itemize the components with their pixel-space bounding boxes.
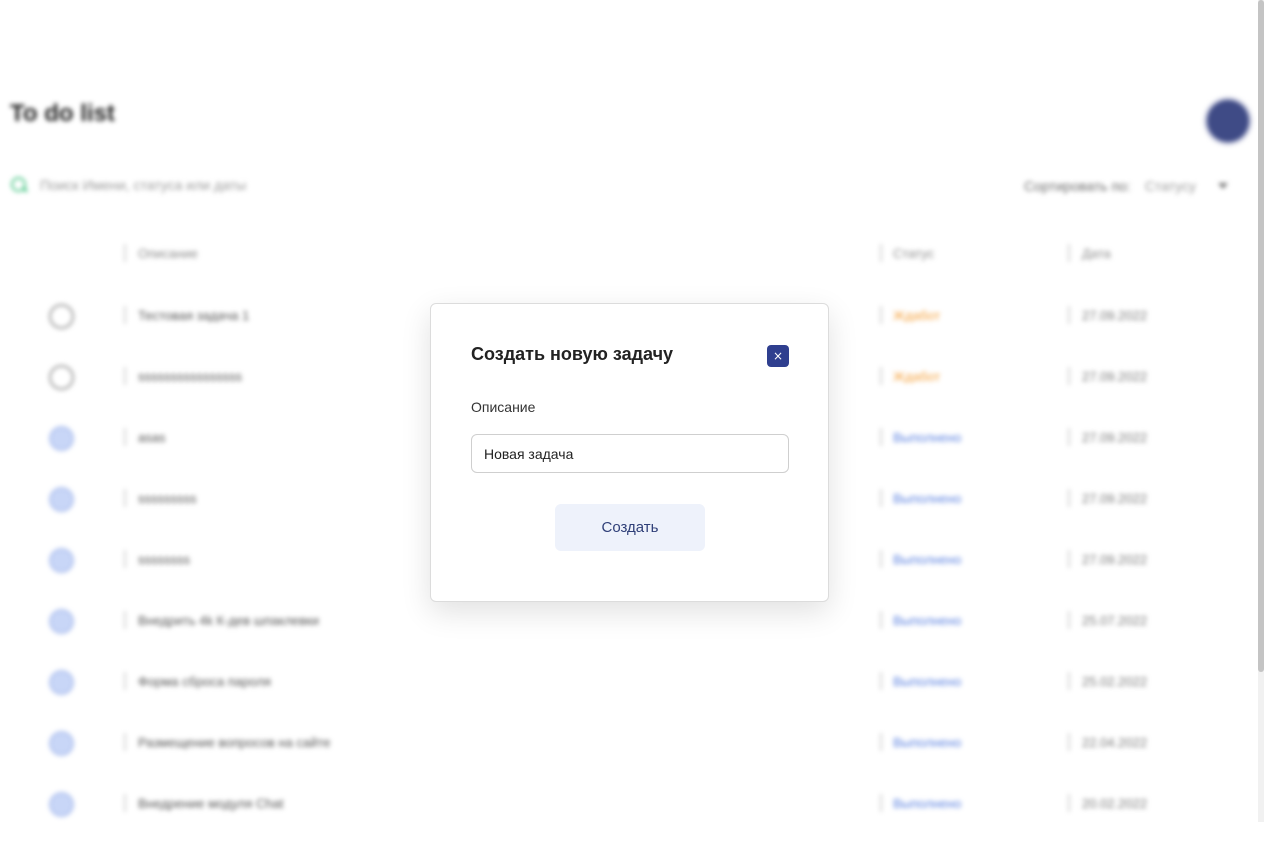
- page-title: To do list: [10, 100, 115, 127]
- row-date: 27.09.2022: [1082, 369, 1148, 384]
- row-status: Выполнено: [893, 796, 962, 811]
- dialog-title: Создать новую задачу: [471, 344, 674, 364]
- column-divider: [124, 367, 126, 385]
- column-divider: [1068, 244, 1070, 262]
- column-divider: [1068, 489, 1070, 507]
- column-divider: [1068, 367, 1070, 385]
- row-date: 20.02.2022: [1082, 796, 1148, 811]
- sort-control[interactable]: Сортировать по: Статусу: [1024, 178, 1228, 194]
- row-date: 27.09.2022: [1082, 308, 1148, 323]
- column-divider: [1068, 550, 1070, 568]
- row-description: Внедрить 4k К-дев шпаклевки: [138, 613, 319, 628]
- row-status: Выполнено: [893, 552, 962, 567]
- sort-label: Сортировать по:: [1023, 178, 1131, 194]
- row-description: ssssssssssssssss: [138, 369, 242, 384]
- checkbox-circle-icon[interactable]: [49, 304, 74, 329]
- row-status: Выполнено: [893, 430, 962, 445]
- row-status: Ждабот: [893, 308, 941, 323]
- row-status: Выполнено: [893, 491, 962, 506]
- column-header-date[interactable]: Дата: [1082, 246, 1111, 261]
- column-divider: [880, 489, 882, 507]
- column-divider: [1068, 306, 1070, 324]
- description-input[interactable]: [471, 434, 789, 473]
- avatar[interactable]: [1207, 100, 1249, 142]
- row-status: Ждабот: [893, 369, 941, 384]
- row-description: Тестовая задача 1: [138, 308, 250, 323]
- table-row[interactable]: Внедрить 4k К-дев шпаклевки Выполнено 25.0…: [0, 600, 1258, 661]
- sort-select[interactable]: Статусу: [1145, 178, 1196, 194]
- column-divider: [124, 306, 126, 324]
- description-label: Описание: [471, 399, 536, 415]
- checkbox-circle-icon[interactable]: [49, 365, 74, 390]
- row-status: Выполнено: [893, 735, 962, 750]
- column-divider: [880, 611, 882, 629]
- column-divider: [1068, 611, 1070, 629]
- column-divider: [880, 367, 882, 385]
- chevron-down-icon[interactable]: [1218, 183, 1228, 189]
- row-date: 25.02.2022: [1082, 674, 1148, 689]
- row-date: 27.09.2022: [1082, 430, 1148, 445]
- create-task-dialog: Создать новую задачу × Описание Создать: [430, 303, 829, 602]
- search-bar[interactable]: Поиск Имени, статуса или даты: [10, 176, 246, 194]
- scrollbar-thumb[interactable]: [1258, 0, 1264, 672]
- column-divider: [880, 244, 882, 262]
- row-date: 27.09.2022: [1082, 491, 1148, 506]
- column-divider: [124, 794, 126, 812]
- close-icon: ×: [772, 349, 784, 363]
- table-row[interactable]: Форма сброса пароля Выполнено 25.02.2022: [0, 661, 1258, 722]
- row-status: Выполнено: [893, 674, 962, 689]
- column-divider: [124, 611, 126, 629]
- column-divider: [1068, 428, 1070, 446]
- checkbox-circle-icon[interactable]: [49, 487, 74, 512]
- checkbox-circle-icon[interactable]: [49, 426, 74, 451]
- column-divider: [880, 794, 882, 812]
- row-date: 25.07.2022: [1082, 613, 1148, 628]
- row-description: asas: [138, 430, 166, 445]
- row-description: Внедрение модуля Chat: [138, 796, 284, 811]
- row-description: Размещение вопросов на сайте: [138, 735, 331, 750]
- column-divider: [1068, 794, 1070, 812]
- row-date: 27.09.2022: [1082, 552, 1148, 567]
- search-icon: [10, 176, 28, 194]
- checkbox-circle-icon[interactable]: [49, 731, 74, 756]
- table-header: Описание Статус Дата: [0, 244, 1258, 266]
- search-input[interactable]: Поиск Имени, статуса или даты: [40, 177, 246, 193]
- column-header-status[interactable]: Статус: [893, 246, 934, 261]
- row-status: Выполнено: [893, 613, 962, 628]
- row-description: ssssssss: [138, 552, 190, 567]
- checkbox-circle-icon[interactable]: [49, 670, 74, 695]
- checkbox-circle-icon[interactable]: [49, 548, 74, 573]
- row-description: Форма сброса пароля: [138, 674, 271, 689]
- column-divider: [124, 550, 126, 568]
- close-button[interactable]: ×: [767, 345, 789, 367]
- column-divider: [124, 672, 126, 690]
- table-row[interactable]: Размещение вопросов на сайте Выполнено 22.…: [0, 722, 1258, 783]
- column-divider: [124, 428, 126, 446]
- column-divider: [880, 733, 882, 751]
- page-scrollbar[interactable]: [1258, 0, 1264, 822]
- column-divider: [880, 550, 882, 568]
- column-divider: [124, 489, 126, 507]
- checkbox-circle-icon[interactable]: [49, 792, 74, 817]
- row-date: 22.04.2022: [1082, 735, 1148, 750]
- column-divider: [880, 672, 882, 690]
- row-description: sssssssss: [138, 491, 197, 506]
- column-divider: [880, 306, 882, 324]
- column-divider: [124, 244, 126, 262]
- create-button[interactable]: Создать: [555, 504, 705, 551]
- column-divider: [1068, 733, 1070, 751]
- column-divider: [124, 733, 126, 751]
- checkbox-circle-icon[interactable]: [49, 609, 74, 634]
- column-header-description[interactable]: Описание: [138, 246, 198, 261]
- column-divider: [1068, 672, 1070, 690]
- table-row[interactable]: Внедрение модуля Chat Выполнено 20.02.2022: [0, 783, 1258, 844]
- column-divider: [880, 428, 882, 446]
